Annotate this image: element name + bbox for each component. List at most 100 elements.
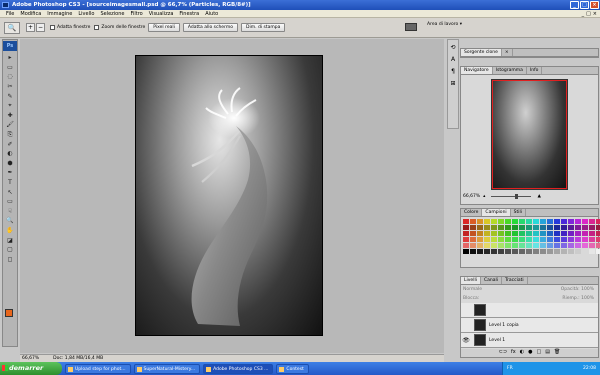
opacity-control[interactable]: Opacità: 100%: [561, 285, 594, 294]
color-swatch[interactable]: [540, 225, 546, 230]
tab-paths[interactable]: Tracciati: [502, 277, 528, 284]
color-swatch[interactable]: [561, 237, 567, 242]
color-swatch[interactable]: [512, 225, 518, 230]
zoom-all-windows-checkbox[interactable]: Zoom delle finestre: [94, 25, 145, 30]
color-swatch[interactable]: [505, 243, 511, 248]
color-swatch[interactable]: [477, 237, 483, 242]
color-swatch[interactable]: [582, 249, 588, 254]
foreground-color-swatch[interactable]: [5, 309, 13, 317]
brush-tool-icon[interactable]: 🖌: [3, 120, 17, 130]
color-swatch[interactable]: [589, 243, 595, 248]
zoom-in-button[interactable]: +: [26, 23, 35, 32]
zoom-out-icon[interactable]: ▴: [483, 194, 485, 199]
trash-icon[interactable]: 🗑: [554, 349, 560, 357]
color-swatch[interactable]: [477, 249, 483, 254]
eye-icon[interactable]: 👁: [461, 337, 471, 344]
layer-style-icon[interactable]: fx: [511, 349, 516, 357]
color-swatch[interactable]: [575, 243, 581, 248]
menu-aiuto[interactable]: Aiuto: [202, 10, 221, 18]
color-swatch[interactable]: [484, 225, 490, 230]
color-swatch[interactable]: [505, 225, 511, 230]
start-button[interactable]: demarrer: [0, 362, 62, 375]
color-swatch[interactable]: [477, 219, 483, 224]
color-swatch[interactable]: [526, 249, 532, 254]
color-swatch[interactable]: [568, 231, 574, 236]
tab-swatches[interactable]: Campioni: [482, 209, 511, 216]
path-selection-tool-icon[interactable]: ↖: [3, 187, 17, 197]
color-swatch[interactable]: [477, 243, 483, 248]
menu-file[interactable]: File: [3, 10, 17, 18]
doc-close-button[interactable]: ×: [593, 11, 597, 17]
color-swatch[interactable]: [533, 219, 539, 224]
marquee-tool-icon[interactable]: ▭: [3, 63, 17, 73]
color-swatch[interactable]: [505, 219, 511, 224]
clock[interactable]: 22:08: [583, 362, 596, 375]
color-swatch[interactable]: [491, 231, 497, 236]
color-swatch[interactable]: [540, 249, 546, 254]
color-swatch[interactable]: [575, 225, 581, 230]
color-swatch[interactable]: [568, 225, 574, 230]
color-swatch[interactable]: [547, 225, 553, 230]
jump-to-icon[interactable]: ◻: [3, 254, 17, 264]
color-swatch[interactable]: [554, 249, 560, 254]
tab-info[interactable]: Info: [527, 67, 543, 74]
taskbar-item-active[interactable]: Adobe Photoshop CS3 ...: [203, 363, 274, 374]
color-swatch[interactable]: [470, 231, 476, 236]
color-swatch[interactable]: [568, 219, 574, 224]
close-icon[interactable]: ×: [502, 49, 513, 56]
color-swatch[interactable]: [533, 237, 539, 242]
crop-tool-icon[interactable]: ✂: [3, 82, 17, 92]
color-swatch[interactable]: [477, 231, 483, 236]
image-canvas[interactable]: [135, 55, 323, 336]
color-swatch[interactable]: [519, 243, 525, 248]
color-swatch[interactable]: [505, 249, 511, 254]
taskbar-item[interactable]: SuperNatural-Mistery...: [133, 363, 201, 374]
color-swatch[interactable]: [540, 231, 546, 236]
language-indicator[interactable]: FR: [507, 362, 513, 375]
color-swatch[interactable]: [463, 219, 469, 224]
color-swatch[interactable]: [554, 219, 560, 224]
menu-finestra[interactable]: Finestra: [176, 10, 202, 18]
color-swatch[interactable]: [519, 225, 525, 230]
color-swatch[interactable]: [589, 231, 595, 236]
slice-tool-icon[interactable]: ✎: [3, 91, 17, 101]
color-swatch[interactable]: [526, 237, 532, 242]
opacity-value[interactable]: 100%: [581, 287, 594, 292]
tab-color[interactable]: Colore: [461, 209, 483, 216]
taskbar-item[interactable]: Contest: [276, 363, 309, 374]
minimize-button[interactable]: _: [570, 1, 579, 9]
quick-mask-icon[interactable]: ◪: [3, 235, 17, 245]
color-swatch[interactable]: [575, 219, 581, 224]
color-swatch[interactable]: [533, 225, 539, 230]
zoom-tool-icon[interactable]: 🔍: [3, 216, 17, 226]
color-swatch[interactable]: [498, 249, 504, 254]
color-swatch[interactable]: [554, 225, 560, 230]
type-tool-icon[interactable]: T: [3, 178, 17, 188]
color-swatch[interactable]: [519, 219, 525, 224]
color-swatch[interactable]: [568, 249, 574, 254]
new-layer-icon[interactable]: ▤: [545, 349, 550, 357]
layer-row[interactable]: [461, 303, 598, 318]
blend-mode-select[interactable]: Normale: [463, 285, 482, 294]
tab-clone-source[interactable]: Sorgente clone: [461, 49, 502, 56]
color-swatch[interactable]: [484, 249, 490, 254]
history-brush-tool-icon[interactable]: ✐: [3, 139, 17, 149]
zoom-out-button[interactable]: −: [36, 23, 45, 32]
layer-mask-icon[interactable]: ●: [528, 349, 532, 357]
navigator-thumbnail[interactable]: [491, 79, 568, 190]
layer-row[interactable]: 👁 Level 1: [461, 333, 598, 348]
color-swatch[interactable]: [596, 225, 600, 230]
color-swatch[interactable]: [519, 231, 525, 236]
color-swatch[interactable]: [463, 249, 469, 254]
menu-livello[interactable]: Livello: [75, 10, 97, 18]
color-swatch[interactable]: [561, 243, 567, 248]
pen-tool-icon[interactable]: ✒: [3, 168, 17, 178]
color-swatch[interactable]: [526, 225, 532, 230]
color-swatch[interactable]: [568, 237, 574, 242]
workspace-menu[interactable]: Area di lavoro ▾: [427, 22, 462, 27]
color-swatch[interactable]: [526, 243, 532, 248]
color-swatch[interactable]: [519, 237, 525, 242]
color-swatch[interactable]: [512, 237, 518, 242]
actions-icon[interactable]: ⊞: [448, 78, 458, 88]
zoom-level[interactable]: 66,67%: [22, 355, 39, 362]
